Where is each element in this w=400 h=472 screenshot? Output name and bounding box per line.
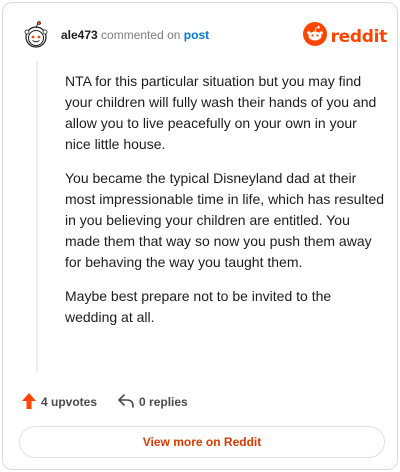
reddit-wordmark: reddit (330, 26, 388, 47)
post-link[interactable]: post (184, 28, 209, 42)
reply-arrow-icon (117, 393, 135, 412)
reddit-brand[interactable]: reddit (302, 22, 388, 51)
upvote-button[interactable]: 4 upvotes (21, 392, 97, 413)
username-link[interactable]: ale473 (61, 28, 98, 42)
comment-body: NTA for this particular situation but yo… (65, 71, 385, 341)
upvotes-count: 4 upvotes (41, 395, 98, 409)
comment-header: ale473 commented on post reddit (21, 19, 387, 51)
upvote-arrow-icon (21, 392, 37, 413)
comment-card: ale473 commented on post reddit NTA for … (2, 2, 398, 470)
comment-byline: ale473 commented on post (61, 27, 209, 43)
thread-line[interactable] (36, 61, 38, 373)
comment-paragraph: Maybe best prepare not to be invited to … (65, 288, 332, 325)
action-text: commented on (101, 28, 181, 42)
view-more-button[interactable]: View more on Reddit (19, 426, 385, 458)
comment-actions: 4 upvotes 0 replies (21, 391, 188, 413)
reddit-logo-icon (302, 22, 327, 51)
comment-paragraph: You became the typical Disneyland dad at… (65, 170, 385, 270)
snoo-avatar-icon[interactable] (21, 20, 51, 50)
comment-paragraph: NTA for this particular situation but yo… (65, 73, 377, 152)
replies-count: 0 replies (139, 395, 188, 409)
reply-button[interactable]: 0 replies (117, 393, 188, 412)
